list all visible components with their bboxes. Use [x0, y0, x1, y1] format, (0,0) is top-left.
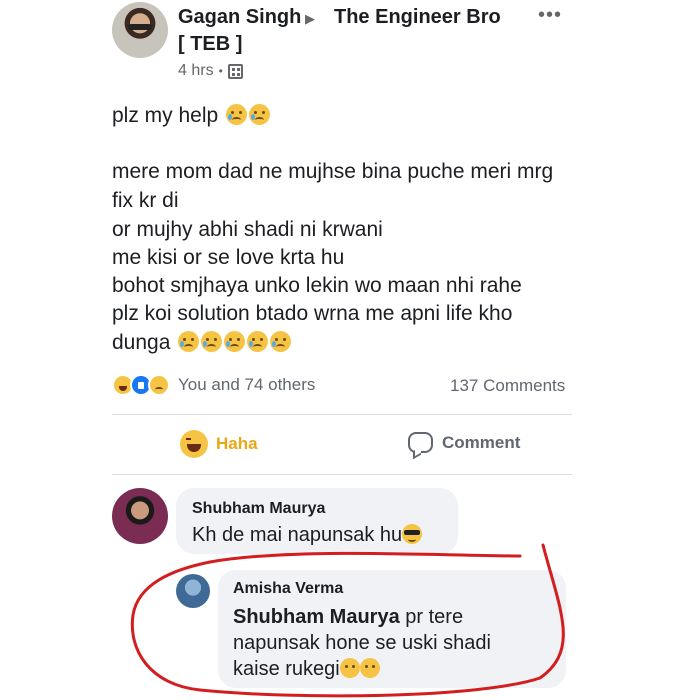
- comments-count[interactable]: 137 Comments: [450, 376, 565, 396]
- sunglasses-emoji: [402, 524, 423, 544]
- post-text-line: me kisi or se love krta hu: [112, 246, 345, 269]
- arrow-right-icon: ▶: [305, 11, 315, 26]
- post-text-line: plz koi solution btado wrna me apni life…: [112, 302, 513, 325]
- separator-dot: •: [218, 64, 223, 78]
- comment-icon: [408, 432, 433, 453]
- post-text-line: fix kr di: [112, 189, 179, 212]
- reaction-summary[interactable]: You and 74 others: [112, 374, 315, 396]
- reply-author[interactable]: Amisha Verma: [233, 580, 343, 598]
- comment-label: Comment: [442, 432, 521, 452]
- comment-author[interactable]: Shubham Maurya: [192, 500, 325, 518]
- group-name-tag[interactable]: [ TEB ]: [178, 33, 242, 56]
- post-text-line: dunga: [112, 329, 292, 357]
- divider: [112, 474, 572, 475]
- post-text-line: or mujhy abhi shadi ni krwani: [112, 218, 383, 241]
- crying-face-emoji: [178, 331, 200, 352]
- haha-button[interactable]: Haha: [180, 430, 258, 458]
- comment-button[interactable]: Comment: [408, 432, 520, 453]
- author-avatar[interactable]: [112, 2, 168, 58]
- crying-face-emoji: [247, 331, 269, 352]
- divider: [112, 414, 572, 415]
- more-options-icon[interactable]: •••: [538, 4, 562, 27]
- commenter-avatar[interactable]: [112, 488, 168, 544]
- crying-face-emoji: [249, 104, 271, 125]
- post-text-line: mere mom dad ne mujhse bina puche meri m…: [112, 160, 554, 183]
- group-icon: [227, 63, 243, 79]
- reply-text-line: napunsak hone se uski shadi: [233, 632, 491, 654]
- author-name[interactable]: Gagan Singh: [178, 6, 301, 29]
- crying-face-emoji: [226, 104, 248, 125]
- neutral-face-emoji: [359, 658, 380, 678]
- facebook-post: Gagan Singh ▶ The Engineer Bro [ TEB ] •…: [0, 0, 700, 700]
- comment-text: Kh de mai napunsak hu: [192, 524, 423, 547]
- crying-face-emoji: [224, 331, 246, 352]
- haha-reaction-icon: [180, 430, 208, 458]
- reaction-count: You and 74 others: [178, 375, 316, 394]
- mention-link[interactable]: Shubham Maurya: [233, 606, 400, 628]
- haha-label: Haha: [216, 434, 258, 453]
- crying-face-emoji: [270, 331, 292, 352]
- reply-text-line: Shubham Maurya pr tere: [233, 606, 464, 628]
- crying-face-emoji: [201, 331, 223, 352]
- group-name[interactable]: The Engineer Bro: [334, 6, 501, 29]
- sad-reaction-icon: [148, 374, 170, 396]
- neutral-face-emoji: [339, 658, 360, 678]
- post-text-line: bohot smjhaya unko lekin wo maan nhi rah…: [112, 274, 522, 297]
- post-time[interactable]: 4 hrs: [178, 62, 214, 80]
- reply-avatar[interactable]: [176, 574, 210, 608]
- post-meta: 4 hrs •: [178, 62, 243, 80]
- post-text-line: plz my help: [112, 102, 271, 130]
- reply-text-line: kaise rukegi: [233, 658, 380, 681]
